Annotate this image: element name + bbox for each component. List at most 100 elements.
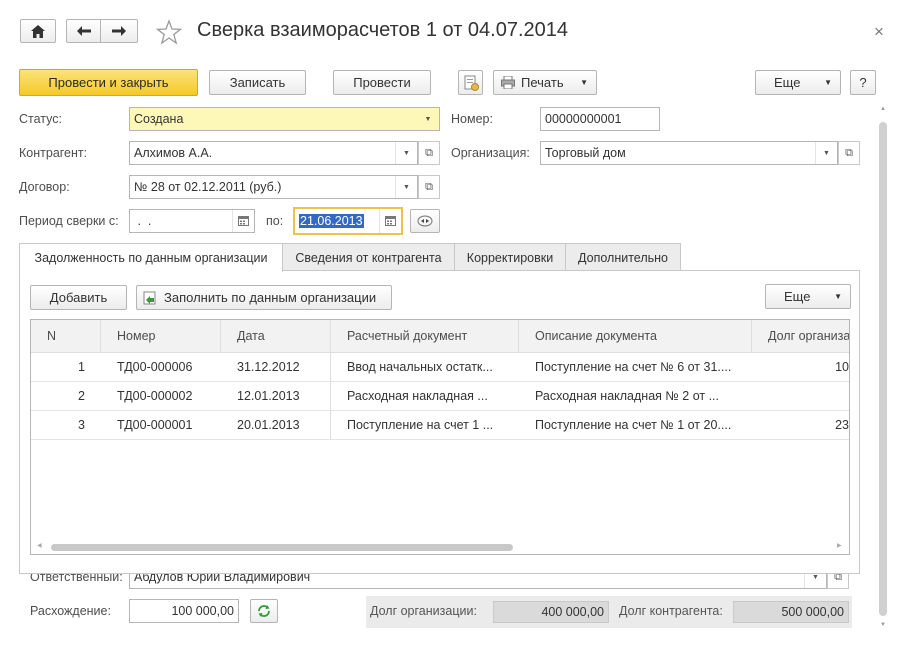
print-label: Печать (521, 75, 564, 90)
cell-date: 12.01.2013 (237, 389, 300, 403)
counterparty-field[interactable]: Алхимов А.А. ▼ (129, 141, 418, 165)
help-button[interactable]: ? (850, 70, 876, 95)
org-debt-label: Долг организации: (370, 604, 477, 618)
chevron-down-icon: ▼ (824, 78, 832, 87)
open-contract-button[interactable]: ⧉ (418, 175, 440, 199)
cell-doc: Поступление на счет 1 ... (347, 418, 494, 432)
counterparty-label: Контрагент: (19, 146, 88, 160)
fill-by-org-button[interactable]: Заполнить по данным организации (136, 285, 392, 310)
column-header-desc[interactable]: Описание документа (519, 320, 752, 352)
table-row[interactable]: 1 ТД00-000006 31.12.2012 Ввод начальных … (31, 353, 849, 382)
tab-corrections[interactable]: Корректировки (454, 243, 566, 271)
cell-doc: Ввод начальных остатк... (347, 360, 493, 374)
open-counterparty-button[interactable]: ⧉ (418, 141, 440, 165)
table-row[interactable]: 3 ТД00-000001 20.01.2013 Поступление на … (31, 411, 849, 440)
organization-field[interactable]: Торговый дом ▼ (540, 141, 838, 165)
period-to-value: 21.06.2013 (299, 214, 364, 228)
fill-icon (143, 291, 156, 304)
period-to-field[interactable]: 21.06.2013 (293, 207, 403, 235)
post-and-close-button[interactable]: Провести и закрыть (19, 69, 198, 96)
data-table[interactable]: N Номер Дата Расчетный документ Описание… (30, 319, 850, 555)
print-button[interactable]: Печать ▼ (493, 70, 597, 95)
discrepancy-label: Расхождение: (30, 604, 111, 618)
cell-debt: 10 (835, 360, 849, 374)
column-header-number[interactable]: Номер (101, 320, 221, 352)
cell-n: 3 (78, 418, 85, 432)
tab-organization-debt[interactable]: Задолженность по данным организации (19, 243, 283, 272)
cell-debt: 23 (835, 418, 849, 432)
table-row[interactable]: 2 ТД00-000002 12.01.2013 Расходная накла… (31, 382, 849, 411)
tab-additional[interactable]: Дополнительно (565, 243, 681, 271)
back-button[interactable] (66, 19, 101, 43)
cell-date: 31.12.2012 (237, 360, 300, 374)
horizontal-scrollbar[interactable] (51, 544, 513, 551)
counterparty-value: Алхимов А.А. (134, 146, 213, 160)
organization-label: Организация: (451, 146, 530, 160)
cp-debt-label: Долг контрагента: (619, 604, 723, 618)
home-icon (31, 24, 45, 38)
status-label: Статус: (19, 112, 62, 126)
refresh-button[interactable] (250, 599, 278, 623)
chevron-down-icon[interactable]: ▼ (395, 176, 417, 198)
cell-n: 2 (78, 389, 85, 403)
tab-panel: Добавить Заполнить по данным организации… (19, 270, 860, 574)
home-button[interactable] (20, 19, 56, 43)
add-button[interactable]: Добавить (30, 285, 127, 310)
arrow-right-icon (112, 26, 126, 36)
period-from-field[interactable]: . . (129, 209, 255, 233)
discrepancy-value: 100 000,00 (171, 604, 234, 618)
more-button[interactable]: Еще ▼ (755, 70, 841, 95)
calendar-icon[interactable] (232, 210, 254, 232)
cell-n: 1 (78, 360, 85, 374)
chevron-down-icon[interactable]: ▼ (815, 142, 837, 164)
column-header-debt[interactable]: Долг организа (752, 320, 849, 352)
scroll-right-icon[interactable]: ▶ (837, 542, 842, 549)
vertical-scrollbar[interactable] (879, 122, 887, 616)
table-more-label: Еще (784, 289, 811, 304)
select-period-button[interactable] (410, 209, 440, 233)
status-value: Создана (134, 112, 184, 126)
chevron-down-icon: ▼ (834, 292, 842, 301)
open-organization-button[interactable]: ⧉ (838, 141, 860, 165)
column-header-doc[interactable]: Расчетный документ (331, 320, 519, 352)
table-more-button[interactable]: Еще ▼ (765, 284, 851, 309)
period-from-value: . . (134, 214, 152, 228)
number-field[interactable]: 00000000001 (540, 107, 660, 131)
chevron-down-icon: ▼ (580, 78, 588, 87)
column-header-n[interactable]: N (31, 320, 101, 352)
cell-number: ТД00-000006 (117, 360, 193, 374)
contract-field[interactable]: № 28 от 02.12.2011 (руб.) ▼ (129, 175, 418, 199)
document-structure-icon (464, 75, 479, 91)
post-button[interactable]: Провести (333, 70, 431, 95)
chevron-down-icon[interactable]: ▼ (395, 142, 417, 164)
column-divider (330, 353, 331, 440)
column-header-date[interactable]: Дата (221, 320, 331, 352)
arrow-left-icon (76, 26, 91, 36)
more-label: Еще (774, 75, 801, 90)
calendar-icon[interactable] (379, 209, 401, 233)
scroll-down-icon[interactable]: ▼ (880, 622, 886, 628)
favorite-star-icon[interactable] (155, 19, 183, 45)
close-icon[interactable]: × (874, 22, 884, 42)
cell-desc: Расходная накладная № 2 от ... (535, 389, 720, 403)
cell-desc: Поступление на счет № 6 от 31.... (535, 360, 732, 374)
cell-number: ТД00-000001 (117, 418, 193, 432)
number-value: 00000000001 (545, 112, 622, 126)
organization-value: Торговый дом (545, 146, 626, 160)
cell-doc: Расходная накладная ... (347, 389, 488, 403)
window-title: Сверка взаиморасчетов 1 от 04.07.2014 (197, 19, 569, 41)
cell-date: 20.01.2013 (237, 418, 300, 432)
fill-label: Заполнить по данным организации (164, 290, 377, 305)
chevron-down-icon[interactable]: ▼ (417, 108, 439, 130)
table-header: N Номер Дата Расчетный документ Описание… (31, 320, 849, 353)
cell-desc: Поступление на счет № 1 от 20.... (535, 418, 732, 432)
tab-counterparty-info[interactable]: Сведения от контрагента (282, 243, 455, 271)
save-button[interactable]: Записать (209, 70, 306, 95)
report-structure-button[interactable] (458, 70, 483, 95)
scroll-up-icon[interactable]: ▲ (880, 106, 886, 112)
forward-button[interactable] (100, 19, 138, 43)
status-select[interactable]: Создана ▼ (129, 107, 440, 131)
org-debt-value: 400 000,00 (493, 601, 609, 623)
period-label: Период сверки с: (19, 214, 119, 228)
scroll-left-icon[interactable]: ◀ (37, 542, 42, 549)
